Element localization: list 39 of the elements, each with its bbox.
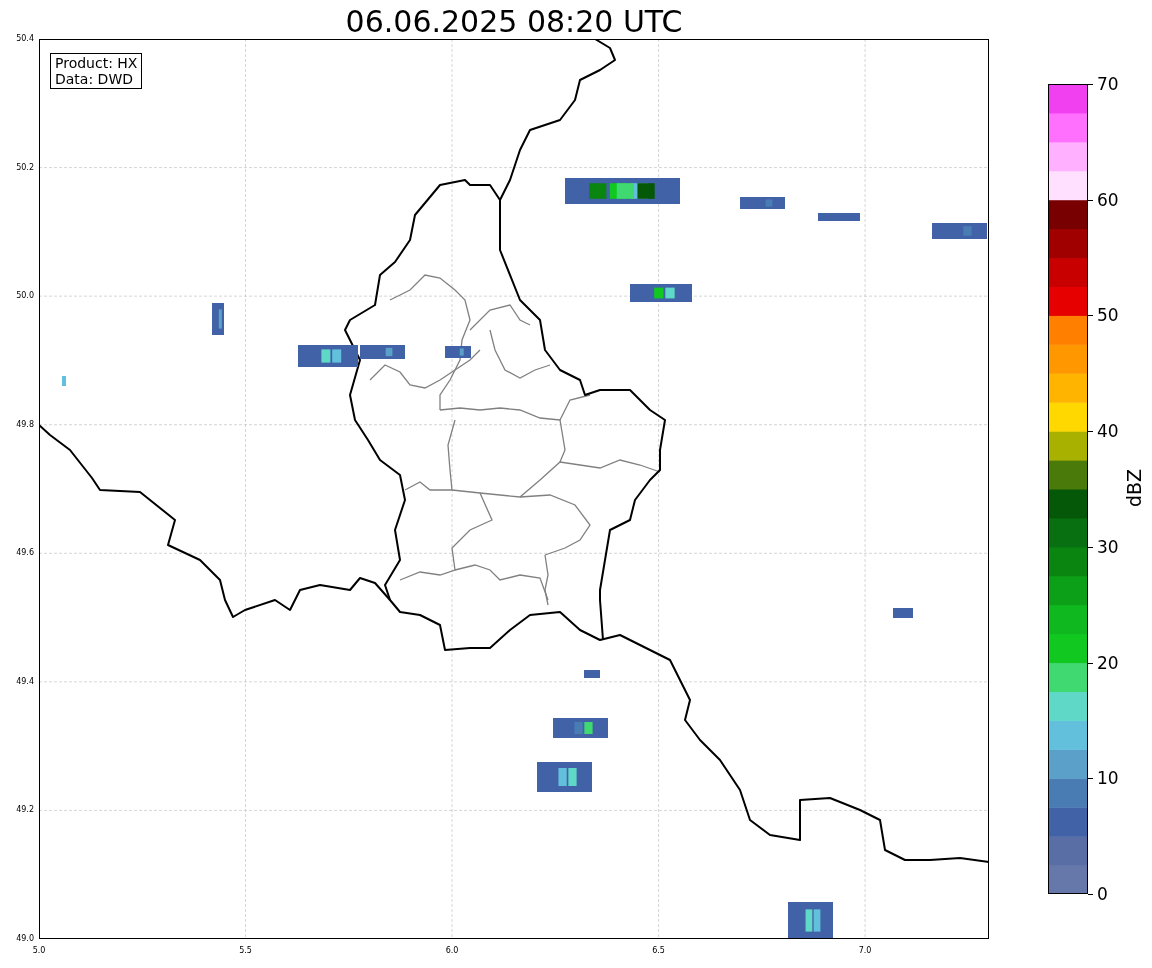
- radar-echo: [893, 608, 913, 618]
- radar-echo: [630, 284, 692, 302]
- axis-tick-label: 49.4: [15, 676, 34, 687]
- radar-echo: [537, 762, 592, 792]
- axis-tick-label: 7.0: [857, 946, 873, 956]
- colorbar-tick-label: 20: [1097, 652, 1119, 673]
- colorbar-label: dBZ: [1122, 468, 1146, 508]
- radar-echo: [553, 718, 608, 738]
- colorbar-tick-label: 10: [1097, 768, 1119, 789]
- colorbar-tick-label: 70: [1097, 74, 1119, 94]
- colorbar-tick-label: 30: [1097, 536, 1119, 557]
- axis-tick-label: 50.0: [15, 291, 34, 302]
- colorbar-tick-label: 0: [1097, 884, 1108, 904]
- axis-tick-label: 49.0: [15, 934, 34, 944]
- axis-tick-label: 5.5: [238, 946, 253, 956]
- axis-tick-label: 49.2: [15, 805, 34, 816]
- colorbar-tick-label: 50: [1097, 305, 1119, 326]
- axis-tick-label: 50.2: [15, 162, 34, 173]
- radar-echo: [932, 223, 987, 239]
- info-text: Product: HX: [55, 55, 138, 71]
- radar-echo: [298, 345, 358, 367]
- axis-tick-label: 6.5: [651, 946, 666, 956]
- colorbar-tick-label: 60: [1097, 189, 1119, 210]
- radar-echo: [788, 902, 833, 939]
- radar-echo: [62, 376, 66, 386]
- axis-tick-label: 49.8: [15, 419, 34, 430]
- radar-echo: [740, 197, 785, 209]
- axis-tick-label: 50.4: [15, 34, 34, 44]
- radar-echo: [584, 670, 600, 678]
- axis-tick-label: 6.0: [444, 946, 460, 956]
- radar-echo: [818, 213, 860, 221]
- radar-echo: [212, 303, 224, 335]
- axis-tick-label: 5.0: [31, 946, 47, 956]
- radar-echo: [445, 346, 471, 358]
- info-text: Data: DWD: [55, 71, 134, 87]
- axis-tick-label: 49.6: [15, 548, 34, 559]
- radar-echo: [360, 345, 405, 359]
- colorbar-tick-label: 40: [1097, 421, 1119, 442]
- chart-title: 06.06.2025 08:20 UTC: [344, 3, 684, 41]
